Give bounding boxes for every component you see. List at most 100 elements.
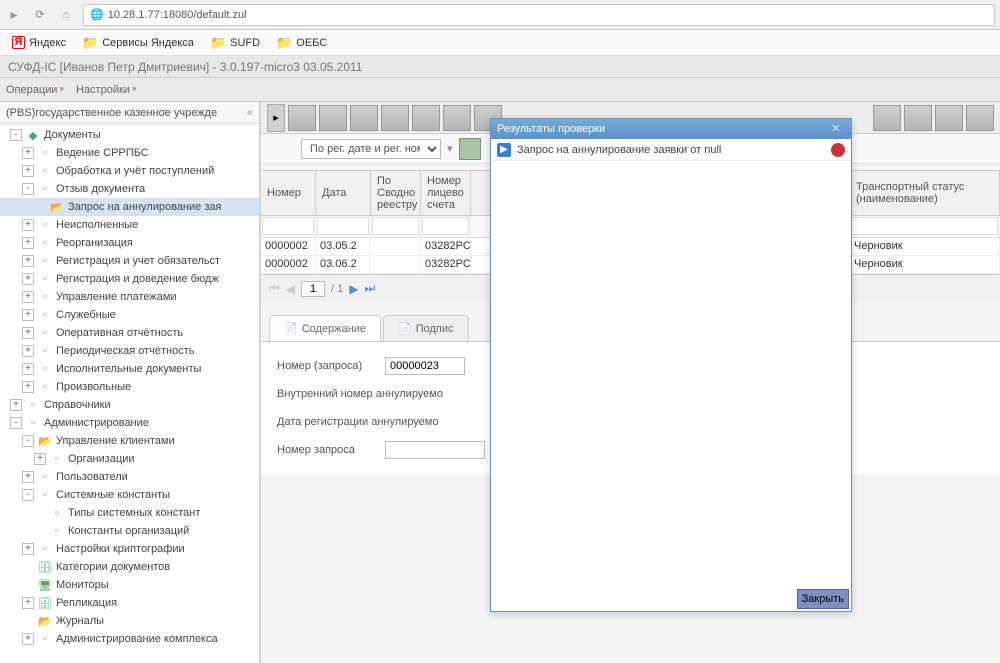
close-button[interactable]: Закрыть: [797, 589, 849, 609]
expand-icon[interactable]: +: [22, 327, 34, 339]
pager-next[interactable]: ▶: [349, 282, 358, 296]
tab-signatures[interactable]: 📄Подпис: [383, 315, 469, 341]
tb-btn-r3[interactable]: [935, 105, 963, 131]
tree-node[interactable]: ▫Константы организаций: [0, 522, 259, 540]
tb-btn-3[interactable]: [350, 105, 378, 131]
col-account[interactable]: Номер лицево счета: [421, 171, 471, 215]
tree-node[interactable]: +🗄Репликация: [0, 594, 259, 612]
tree-node[interactable]: ▫Типы системных констант: [0, 504, 259, 522]
tree-node[interactable]: +▫Управление платежами: [0, 288, 259, 306]
dialog-titlebar[interactable]: Результаты проверки ✕: [491, 119, 851, 139]
expand-icon[interactable]: -: [10, 129, 22, 141]
bookmark-oebs[interactable]: 📁ОЕБС: [270, 33, 333, 53]
expand-icon[interactable]: [34, 201, 46, 213]
tree-node[interactable]: 📂Журналы: [0, 612, 259, 630]
input-req-num[interactable]: [385, 357, 465, 375]
expand-icon[interactable]: +: [22, 237, 34, 249]
expand-icon[interactable]: +: [22, 597, 34, 609]
bookmark-services[interactable]: 📁Сервисы Яндекса: [76, 33, 200, 53]
tb-btn-1[interactable]: [288, 105, 316, 131]
tree-node[interactable]: -◆Документы: [0, 126, 259, 144]
expand-icon[interactable]: +: [22, 219, 34, 231]
tree-node[interactable]: +▫Регистрация и доведение бюдж: [0, 270, 259, 288]
tree-node[interactable]: +▫Произвольные: [0, 378, 259, 396]
col-status[interactable]: Транспортный статус (наименование): [850, 171, 1000, 215]
collapse-icon[interactable]: «: [247, 107, 253, 119]
pager-last[interactable]: ⏭: [365, 281, 376, 296]
expand-icon[interactable]: [22, 579, 34, 591]
expand-icon[interactable]: +: [22, 165, 34, 177]
tb-btn-4[interactable]: [381, 105, 409, 131]
reload-icon[interactable]: ⟳: [31, 6, 49, 24]
expand-icon[interactable]: +: [22, 381, 34, 393]
expand-icon[interactable]: [22, 615, 34, 627]
panel-toggle[interactable]: ▸: [267, 104, 285, 132]
expand-icon[interactable]: +: [22, 147, 34, 159]
tb-btn-r2[interactable]: [904, 105, 932, 131]
expand-icon[interactable]: [34, 507, 46, 519]
filter-num[interactable]: [262, 217, 314, 235]
expand-icon[interactable]: +: [22, 471, 34, 483]
expand-icon[interactable]: +: [22, 273, 34, 285]
tree-node[interactable]: +▫Обработка и учёт поступлений: [0, 162, 259, 180]
filter-reg[interactable]: [372, 217, 419, 235]
expand-icon[interactable]: +: [10, 399, 22, 411]
filter-apply-button[interactable]: [459, 138, 481, 160]
tree-node[interactable]: +▫Служебные: [0, 306, 259, 324]
expand-icon[interactable]: -: [22, 435, 34, 447]
pager-first[interactable]: ⏮: [269, 281, 280, 296]
col-number[interactable]: Номер: [261, 171, 316, 215]
expand-icon[interactable]: [22, 561, 34, 573]
tb-btn-5[interactable]: [412, 105, 440, 131]
tb-btn-6[interactable]: [443, 105, 471, 131]
tree-node[interactable]: +▫Администрирование комплекса: [0, 630, 259, 648]
tree-node[interactable]: -▫Администрирование: [0, 414, 259, 432]
expand-icon[interactable]: +: [22, 255, 34, 267]
filter-status[interactable]: [851, 217, 998, 235]
tb-btn-r1[interactable]: [873, 105, 901, 131]
filter-acc[interactable]: [422, 217, 469, 235]
bookmark-sufd[interactable]: 📁SUFD: [204, 33, 266, 53]
close-icon[interactable]: ✕: [831, 122, 845, 136]
expand-icon[interactable]: -: [22, 183, 34, 195]
expand-icon[interactable]: +: [22, 291, 34, 303]
home-icon[interactable]: ⌂: [57, 6, 75, 24]
tree-node[interactable]: 🗄Категории документов: [0, 558, 259, 576]
bookmark-yandex[interactable]: ЯЯндекс: [6, 34, 72, 51]
expand-icon[interactable]: +: [22, 309, 34, 321]
pager-page-input[interactable]: [301, 281, 325, 297]
tree-node[interactable]: +▫Периодическая отчётность: [0, 342, 259, 360]
tree-node[interactable]: +▫Пользователи: [0, 468, 259, 486]
filter-date[interactable]: [317, 217, 369, 235]
tree-node[interactable]: 🖥Мониторы: [0, 576, 259, 594]
tree-node[interactable]: -▫Отзыв документа: [0, 180, 259, 198]
tree-node[interactable]: +▫Регистрация и учет обязательст: [0, 252, 259, 270]
filter-select[interactable]: По рег. дате и рег. ном: [301, 139, 441, 159]
tb-btn-2[interactable]: [319, 105, 347, 131]
col-registry[interactable]: По Сводно реестру: [371, 171, 421, 215]
tree-node[interactable]: +▫Оперативная отчётность: [0, 324, 259, 342]
tab-content[interactable]: 📄Содержание: [269, 315, 381, 341]
tree-node[interactable]: +▫Реорганизация: [0, 234, 259, 252]
dialog-message-row[interactable]: ▶ Запрос на аннулирование заявки от null: [491, 139, 851, 161]
expand-icon[interactable]: -: [22, 489, 34, 501]
pager-prev[interactable]: ◀: [286, 282, 295, 296]
forward-icon[interactable]: ▸: [5, 6, 23, 24]
menu-settings[interactable]: Настройки▾: [76, 84, 136, 96]
expand-icon[interactable]: +: [22, 633, 34, 645]
url-bar[interactable]: 🌐 10.28.1.77:18080/default.zul: [83, 4, 995, 26]
expand-icon[interactable]: -: [10, 417, 22, 429]
input-req-num2[interactable]: [385, 441, 485, 459]
tree-node[interactable]: +▫Неисполненные: [0, 216, 259, 234]
col-date[interactable]: Дата: [316, 171, 371, 215]
expand-icon[interactable]: +: [22, 345, 34, 357]
expand-icon[interactable]: +: [34, 453, 46, 465]
tree-node[interactable]: 📂Запрос на аннулирование зая: [0, 198, 259, 216]
tree-node[interactable]: +▫Организации: [0, 450, 259, 468]
tree-node[interactable]: +▫Справочники: [0, 396, 259, 414]
tb-btn-r4[interactable]: [966, 105, 994, 131]
expand-icon[interactable]: [34, 525, 46, 537]
tree-node[interactable]: -📂Управление клиентами: [0, 432, 259, 450]
tree-node[interactable]: +▫Настройки криптографии: [0, 540, 259, 558]
expand-icon[interactable]: +: [22, 543, 34, 555]
